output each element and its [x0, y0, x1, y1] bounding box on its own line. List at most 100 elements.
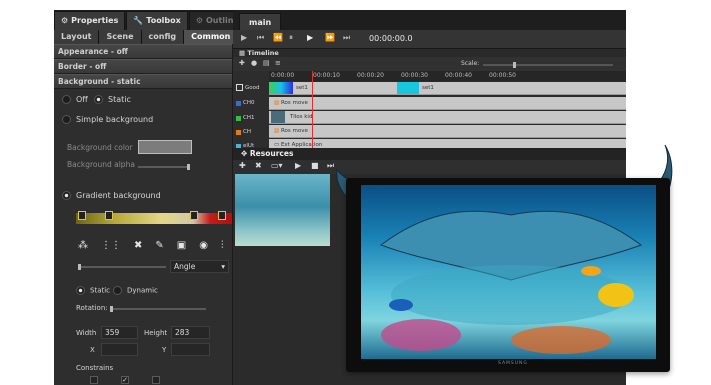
timeline-clip[interactable]	[397, 82, 419, 94]
timeline-clip-label[interactable]: set1	[293, 82, 333, 94]
resource-thumbnail[interactable]	[235, 174, 330, 246]
slider-knob[interactable]	[110, 306, 113, 312]
track-label-ch[interactable]: CH	[236, 129, 251, 135]
step-back-icon[interactable]: ⏪	[273, 33, 283, 42]
tab-properties-label: Properties	[71, 16, 119, 25]
track-ch1[interactable]: Tilos kid	[269, 111, 626, 124]
timecode: 00:00:00.0	[369, 34, 413, 43]
track-label-good[interactable]: Good	[236, 84, 259, 91]
gradient-tools: ⁂ ⋮⋮ ✖ ✎ ▣ ◉ ⫶	[78, 240, 223, 251]
radio-icon	[76, 286, 85, 295]
radio-off[interactable]: Off	[62, 95, 88, 104]
tab-properties[interactable]: ⚙ Properties	[54, 11, 126, 30]
y-field[interactable]	[171, 343, 210, 356]
radio-simple-background[interactable]: Simple background	[62, 115, 153, 124]
background-color-swatch[interactable]	[138, 140, 192, 154]
step-forward-icon[interactable]: ⏩	[325, 33, 335, 42]
play-icon[interactable]: ▶	[241, 33, 247, 42]
sliders-icon[interactable]: ⫶	[221, 240, 224, 251]
radio-static[interactable]: Static	[94, 95, 131, 104]
section-border[interactable]: Border - off	[54, 59, 232, 74]
timeline-title: ▦ Timeline	[233, 49, 626, 57]
play-icon[interactable]: ▶	[295, 161, 301, 170]
gradient-stop[interactable]	[105, 211, 113, 220]
blue-fish	[389, 299, 413, 311]
radio-gradient-background[interactable]: Gradient background	[62, 191, 161, 200]
add-icon[interactable]: ✚	[239, 161, 246, 170]
tab-layout[interactable]: Layout	[54, 30, 100, 44]
list-icon[interactable]: ≡	[275, 59, 281, 67]
background-alpha-label: Background alpha	[67, 160, 135, 169]
timeline-clip-label[interactable]: set1	[419, 82, 459, 94]
pause-icon[interactable]: ⏸	[289, 33, 293, 43]
section-background[interactable]: Background - static	[54, 74, 232, 89]
channel-icon	[236, 115, 241, 121]
radio-grad-dynamic[interactable]: Dynamic	[113, 286, 158, 295]
x-field[interactable]	[101, 343, 138, 356]
radial-gradient-icon[interactable]: ◉	[199, 240, 208, 251]
gradient-stop[interactable]	[218, 211, 226, 220]
grad-static-label: Static	[90, 286, 111, 295]
main-tabbar: main	[233, 10, 626, 31]
rotation-label: Rotation:	[76, 304, 108, 312]
ruler-tick: 00:00:50	[489, 72, 516, 79]
track-good[interactable]: set1 set1	[269, 82, 626, 95]
track-label-ch0[interactable]: CH0	[236, 100, 254, 106]
brush-icon[interactable]: ✎	[155, 240, 163, 251]
background-alpha-slider[interactable]	[138, 164, 190, 170]
slider-knob[interactable]	[513, 62, 516, 68]
rotation-slider[interactable]	[110, 306, 206, 312]
tv-screen	[361, 185, 656, 359]
grid-icon[interactable]: ⋮⋮	[101, 240, 121, 251]
transport-bar: ▶ ⏮ ⏪ ⏸ ▶ ⏩ ⏭ 00:00:00.0	[233, 30, 626, 49]
distribute-icon[interactable]: ⁂	[78, 240, 88, 251]
constrain-checkbox[interactable]	[90, 376, 98, 384]
slider-knob[interactable]	[78, 264, 81, 270]
record-icon[interactable]: ●	[251, 59, 257, 67]
y-label: Y	[162, 346, 167, 354]
constrain-checkbox[interactable]	[152, 376, 160, 384]
gradient-position-slider[interactable]	[78, 264, 166, 270]
section-appearance[interactable]: Appearance - off	[54, 44, 232, 59]
tab-toolbox[interactable]: 🔧 Toolbox	[126, 11, 188, 30]
tab-config[interactable]: config	[141, 30, 185, 44]
scale-slider[interactable]	[483, 62, 613, 68]
skip-forward-icon[interactable]: ⏭	[343, 33, 350, 43]
stop-icon[interactable]: ■	[311, 161, 319, 170]
tab-common[interactable]: Common	[184, 30, 239, 44]
close-icon[interactable]: ✖	[255, 161, 262, 170]
gradient-stop[interactable]	[190, 211, 198, 220]
layers-icon[interactable]: ▤	[263, 59, 270, 67]
gradient-stop[interactable]	[78, 211, 86, 220]
track-label-text: CH	[243, 129, 251, 135]
track-ch[interactable]: ▧ Ros move	[269, 125, 626, 138]
height-field[interactable]: 283	[171, 326, 210, 339]
tab-main[interactable]: main	[239, 13, 282, 31]
channel-icon	[236, 129, 241, 135]
linear-gradient-icon[interactable]: ▣	[177, 240, 186, 251]
timeline-clip[interactable]: ▧ Ros move	[271, 97, 341, 109]
channel-icon	[236, 100, 241, 106]
constrain-checkbox[interactable]: ✓	[121, 376, 129, 384]
track-ch0[interactable]: ▧ Ros move	[269, 97, 626, 110]
playhead[interactable]	[312, 71, 313, 151]
width-field[interactable]: 359	[101, 326, 138, 339]
ruler-tick: 0:00:00	[271, 72, 295, 79]
track-label-ch1[interactable]: CH1	[236, 115, 254, 121]
folder-icon[interactable]: ▭▾	[271, 161, 283, 170]
skip-back-icon[interactable]: ⏮	[257, 33, 264, 43]
radio-grad-static[interactable]: Static	[76, 286, 110, 295]
clip-thumbnail[interactable]	[271, 111, 285, 123]
play-icon[interactable]: ▶	[307, 33, 313, 42]
timeline-clip-label[interactable]: Tilos kid	[287, 111, 347, 123]
timeline-clip[interactable]	[269, 82, 293, 94]
tab-scene[interactable]: Scene	[99, 30, 142, 44]
radio-icon	[62, 191, 71, 200]
timeline-clip[interactable]: ▧ Ros move	[271, 125, 341, 137]
gradient-type-select[interactable]: Angle ▾	[170, 260, 229, 273]
close-icon[interactable]: ✖	[134, 240, 142, 251]
add-icon[interactable]: ✚	[239, 59, 245, 67]
gradient-bar[interactable]	[76, 213, 232, 224]
clip-icon: ▧	[274, 100, 281, 106]
slider-knob[interactable]	[187, 164, 190, 170]
